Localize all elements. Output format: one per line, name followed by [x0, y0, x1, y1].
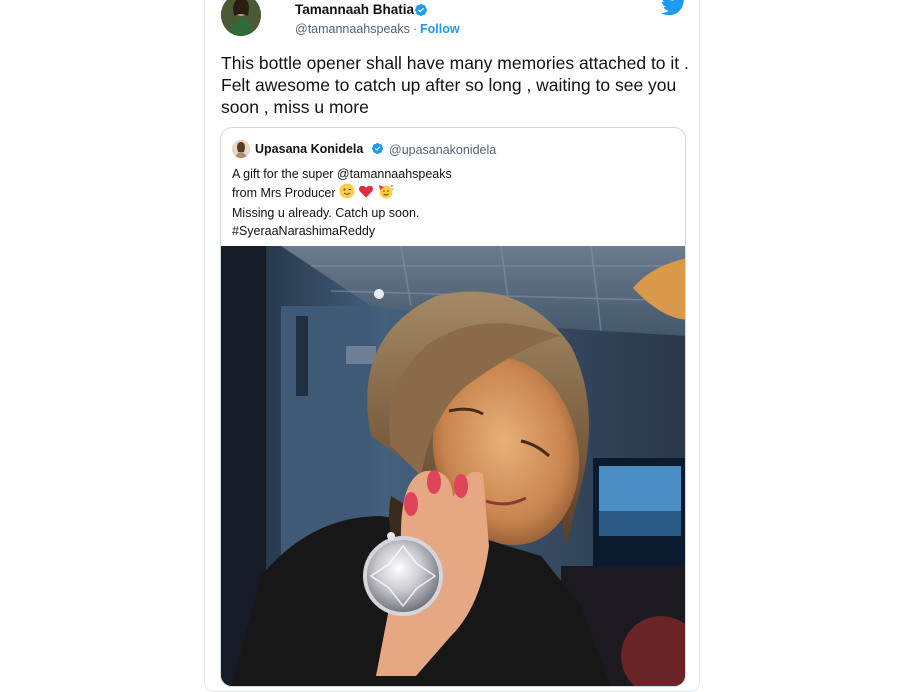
- verified-badge-icon: [371, 142, 384, 155]
- quoted-author-avatar[interactable]: [232, 140, 250, 158]
- wink-face-emoji: [339, 183, 354, 199]
- quoted-author-name[interactable]: Upasana Konidela: [255, 142, 363, 156]
- author-name[interactable]: Tamannaah Bhatia: [295, 2, 414, 17]
- quoted-line: A gift for the super @tamannaahspeaks: [232, 167, 452, 181]
- quoted-line: from Mrs Producer: [232, 185, 336, 200]
- emoji-group: [339, 183, 396, 204]
- party-face-emoji: [379, 185, 395, 199]
- author-handle-row: @tamannaahspeaks · Follow: [295, 22, 460, 36]
- red-heart-emoji: [358, 185, 373, 198]
- quoted-line: Missing u already. Catch up soon.: [232, 206, 420, 220]
- follow-button[interactable]: Follow: [420, 22, 460, 36]
- separator-dot: ·: [412, 22, 418, 36]
- quoted-line[interactable]: #SyeraaNarashimaReddy: [232, 222, 672, 240]
- twitter-bird-icon[interactable]: [661, 0, 687, 16]
- verified-badge-icon: [415, 4, 427, 16]
- tweet-photo[interactable]: [221, 246, 686, 687]
- quoted-author-handle[interactable]: @upasanakonidela: [389, 143, 496, 157]
- author-handle[interactable]: @tamannaahspeaks: [295, 22, 410, 36]
- quoted-tweet[interactable]: Upasana Konidela @upasanakonidela A gift…: [220, 127, 686, 687]
- tweet-text: This bottle opener shall have many memor…: [221, 53, 689, 117]
- quoted-line-with-emoji: from Mrs Producer: [232, 183, 672, 204]
- quoted-tweet-text: A gift for the super @tamannaahspeaks fr…: [232, 165, 672, 240]
